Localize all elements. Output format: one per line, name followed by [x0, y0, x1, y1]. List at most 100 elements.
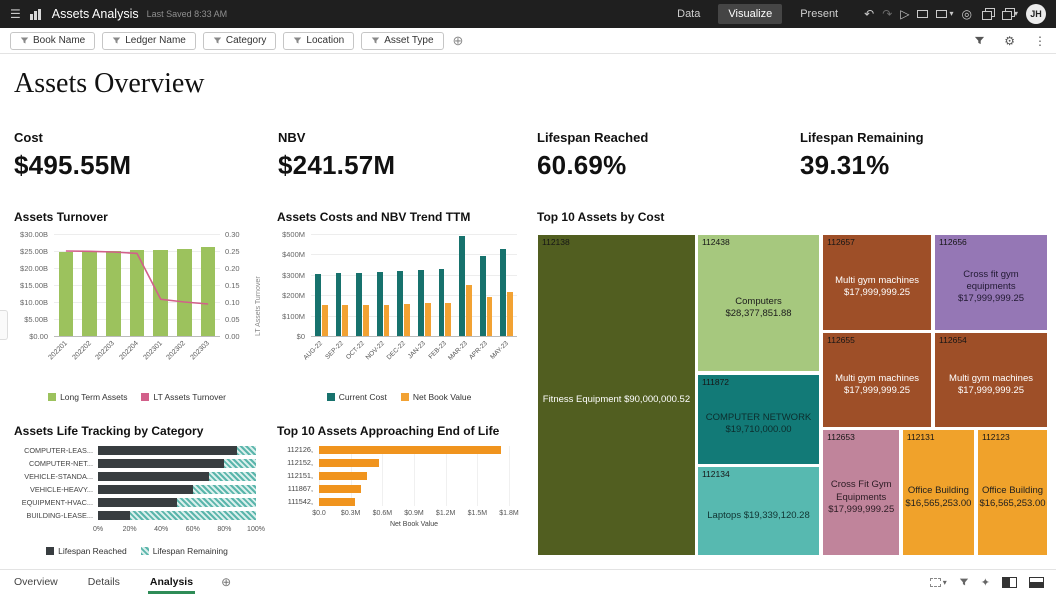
- canvas-tab-bar: Overview Details Analysis ⊕ ▾ ✦: [0, 569, 1056, 594]
- bar-current-cost[interactable]: [418, 270, 424, 336]
- bar-lifespan-remaining[interactable]: [177, 498, 256, 507]
- auto-insights-icon[interactable]: ✦: [981, 576, 990, 589]
- layout-single-icon[interactable]: [1002, 577, 1017, 588]
- gridline: [446, 446, 447, 506]
- layout-split-icon[interactable]: [1029, 577, 1044, 588]
- category-label: EQUIPMENT-HVAC...: [14, 498, 93, 507]
- bar-current-cost[interactable]: [500, 249, 506, 336]
- more-options-icon[interactable]: ⋮: [1034, 34, 1046, 48]
- canvas-filter-icon[interactable]: [959, 577, 969, 587]
- canvas-tab-details[interactable]: Details: [86, 570, 122, 594]
- bar-net-book-value[interactable]: [319, 446, 501, 454]
- bar-net-book-value[interactable]: [445, 303, 451, 336]
- bar-current-cost[interactable]: [356, 273, 362, 336]
- tab-present[interactable]: Present: [790, 4, 848, 24]
- filter-chip-ledger-name[interactable]: Ledger Name: [102, 32, 196, 50]
- canvas-scroll-handle[interactable]: [0, 310, 8, 340]
- treemap-cell[interactable]: 112131Office Building $16,565,253.00: [902, 429, 975, 556]
- bar-lifespan-remaining[interactable]: [224, 459, 256, 468]
- bar-current-cost[interactable]: [439, 269, 445, 336]
- treemap-cell[interactable]: 112653Cross Fit Gym Equipments $17,999,9…: [822, 429, 900, 556]
- redo-icon[interactable]: ↷: [882, 8, 892, 20]
- filter-chip-book-name[interactable]: Book Name: [10, 32, 95, 50]
- treemap-cell-label: Office Building $16,565,253.00: [982, 442, 1043, 553]
- chart-title: Top 10 Assets by Cost: [537, 210, 1048, 224]
- legend-item[interactable]: Net Book Value: [401, 392, 471, 402]
- bar-lifespan-reached[interactable]: [98, 498, 177, 507]
- canvas-tab-analysis[interactable]: Analysis: [148, 570, 195, 594]
- present-screen-icon[interactable]: [917, 10, 928, 18]
- bar-net-book-value[interactable]: [404, 304, 410, 336]
- filter-chip-category[interactable]: Category: [203, 32, 277, 50]
- bar-lifespan-remaining[interactable]: [209, 472, 256, 481]
- y-axis-tick-label: $200M: [277, 291, 305, 300]
- gridline: [477, 446, 478, 506]
- bar-lifespan-reached[interactable]: [98, 472, 209, 481]
- export-icon[interactable]: [980, 8, 992, 20]
- treemap-cell[interactable]: 112656Cross fit gym equipments $17,999,9…: [934, 234, 1048, 331]
- undo-icon[interactable]: ↶: [864, 8, 874, 20]
- legend-item[interactable]: Long Term Assets: [48, 392, 127, 402]
- tab-data[interactable]: Data: [667, 4, 710, 24]
- bar-current-cost[interactable]: [480, 256, 486, 336]
- legend-item[interactable]: Lifespan Remaining: [141, 546, 228, 556]
- preview-play-icon[interactable]: ▷: [900, 8, 909, 20]
- treemap-cell-id: 112123: [982, 432, 1010, 442]
- bar-net-book-value[interactable]: [466, 285, 472, 336]
- bar-current-cost[interactable]: [397, 271, 403, 336]
- bar-current-cost[interactable]: [336, 273, 342, 336]
- bar-current-cost[interactable]: [377, 272, 383, 336]
- bar-net-book-value[interactable]: [384, 305, 390, 336]
- x-axis-tick-label: $1.5M: [464, 510, 490, 517]
- hamburger-menu-icon[interactable]: ☰: [10, 8, 21, 20]
- bar-net-book-value[interactable]: [425, 303, 431, 336]
- treemap-cell[interactable]: 112657Multi gym machines $17,999,999.25: [822, 234, 932, 331]
- bar-net-book-value[interactable]: [507, 292, 513, 336]
- treemap-cell[interactable]: 111872COMPUTER NETWORK $19,710,000.00: [697, 374, 820, 465]
- treemap-cell-id: 112655: [827, 335, 855, 345]
- treemap-cell[interactable]: 112654Multi gym machines $17,999,999.25: [934, 332, 1048, 428]
- filter-visibility-icon[interactable]: [974, 35, 985, 46]
- canvas-settings-icon[interactable]: ⚙: [1004, 34, 1015, 48]
- treemap-cell[interactable]: 112123Office Building $16,565,253.00: [977, 429, 1048, 556]
- pages-dropdown-icon[interactable]: ▾: [1000, 8, 1018, 20]
- gridline: [414, 446, 415, 506]
- bar-net-book-value[interactable]: [319, 485, 361, 493]
- bar-net-book-value[interactable]: [322, 305, 328, 336]
- bar-lifespan-reached[interactable]: [98, 511, 130, 520]
- bar-current-cost[interactable]: [459, 236, 465, 336]
- treemap-cell[interactable]: 112655Multi gym machines $17,999,999.25: [822, 332, 932, 428]
- tab-visualize[interactable]: Visualize: [718, 4, 782, 24]
- bar-current-cost[interactable]: [315, 274, 321, 336]
- insight-pin-icon[interactable]: ◎: [962, 8, 972, 20]
- user-avatar[interactable]: JH: [1026, 4, 1046, 24]
- filter-chip-asset-type[interactable]: Asset Type: [361, 32, 443, 50]
- treemap-cell[interactable]: 112134Laptops $19,339,120.28: [697, 466, 820, 556]
- add-filter-icon[interactable]: ⊕: [453, 33, 464, 49]
- bar-lifespan-remaining[interactable]: [193, 485, 256, 494]
- treemap-cell[interactable]: 112138Fitness Equipment $90,000,000.52: [537, 234, 696, 556]
- bar-net-book-value[interactable]: [319, 459, 379, 467]
- cost-nbv-trend-chart: $500M$400M$300M$200M$100M$0AUG-22SEP-22O…: [277, 232, 521, 402]
- bar-lifespan-remaining[interactable]: [130, 511, 256, 520]
- bar-net-book-value[interactable]: [342, 305, 348, 336]
- bar-lifespan-reached[interactable]: [98, 446, 237, 455]
- bar-net-book-value[interactable]: [319, 498, 355, 506]
- bar-net-book-value[interactable]: [487, 297, 493, 336]
- canvas-grid-icon[interactable]: ▾: [930, 578, 947, 587]
- legend-item[interactable]: Lifespan Reached: [46, 546, 127, 556]
- bar-lifespan-reached[interactable]: [98, 459, 224, 468]
- display-settings-icon[interactable]: ▾: [936, 10, 953, 18]
- treemap-cell-label: Multi gym machines $17,999,999.25: [939, 345, 1043, 425]
- filter-chip-location[interactable]: Location: [283, 32, 354, 50]
- bar-net-book-value[interactable]: [319, 472, 367, 480]
- add-canvas-icon[interactable]: ⊕: [221, 575, 231, 589]
- x-axis-tick-label: MAY-23: [469, 340, 509, 380]
- bar-lifespan-reached[interactable]: [98, 485, 193, 494]
- legend-item[interactable]: Current Cost: [327, 392, 387, 402]
- bar-net-book-value[interactable]: [363, 305, 369, 336]
- treemap-cell[interactable]: 112438Computers $28,377,851.88: [697, 234, 820, 372]
- canvas-tab-overview[interactable]: Overview: [12, 570, 60, 594]
- bar-lifespan-remaining[interactable]: [237, 446, 256, 455]
- legend-item[interactable]: LT Assets Turnover: [141, 392, 225, 402]
